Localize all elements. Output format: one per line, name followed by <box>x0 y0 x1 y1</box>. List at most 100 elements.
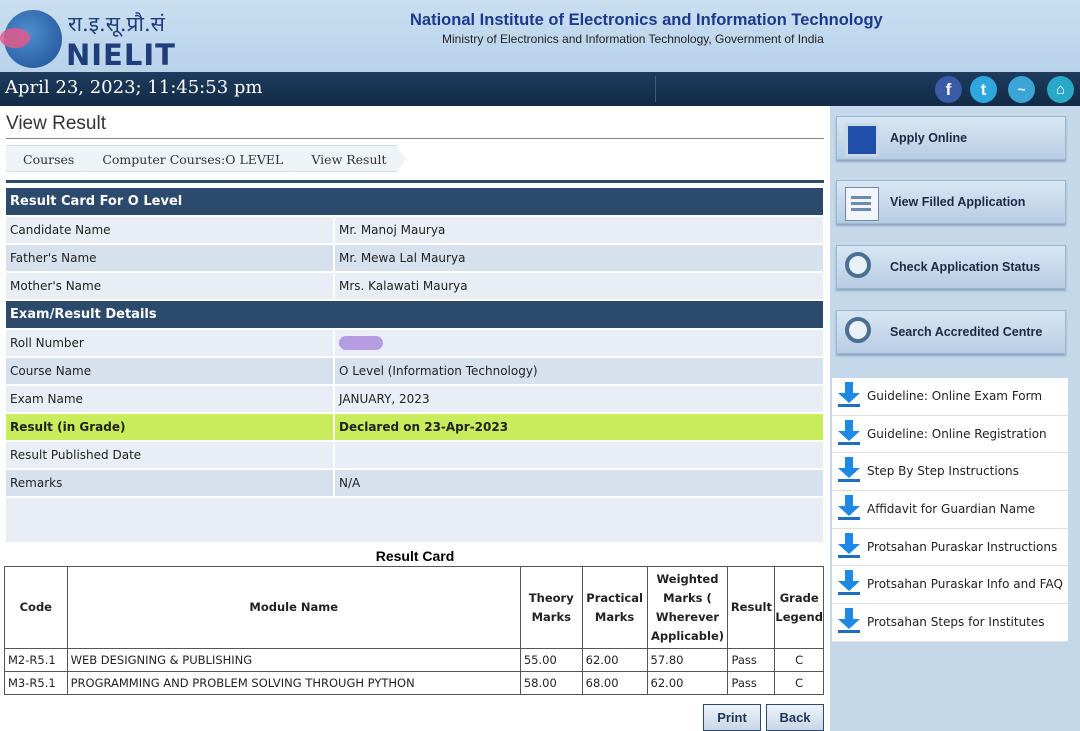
field-value: Declared on 23-Apr-2023 <box>333 414 823 440</box>
table-row: Father's Name Mr. Mewa Lal Maurya <box>6 245 823 271</box>
link-step-by-step-instructions[interactable]: Step By Step Instructions <box>832 453 1068 492</box>
check-application-status-button[interactable]: Check Application Status <box>836 245 1066 289</box>
search-accredited-centre-button[interactable]: Search Accredited Centre <box>836 310 1066 354</box>
section-header: Result Card For O Level <box>6 188 823 215</box>
column-header: Grade Legend <box>774 566 824 649</box>
roll-number-value <box>333 330 823 356</box>
table-cell: PROGRAMMING AND PROBLEM SOLVING THROUGH … <box>66 671 521 695</box>
guideline-links: Guideline: Online Exam Form Guideline: O… <box>832 378 1068 642</box>
field-label: Remarks <box>6 470 333 496</box>
field-value <box>333 442 823 468</box>
twitter-icon[interactable]: t <box>970 76 997 103</box>
logo-hindi-text: रा.इ.सू.प्रौ.सं <box>68 12 165 36</box>
field-label: Exam Name <box>6 386 333 412</box>
sidebar-button-label: View Filled Application <box>890 195 1026 209</box>
breadcrumb-courses[interactable]: Courses <box>6 145 94 172</box>
result-card-table: Code Module Name Theory Marks Practical … <box>4 566 824 695</box>
main-content: View Result Courses Computer Courses:O L… <box>0 106 830 731</box>
download-icon <box>838 570 860 596</box>
field-value: Mr. Mewa Lal Maurya <box>333 245 823 271</box>
column-header: Theory Marks <box>519 566 583 649</box>
table-cell: M2-R5.1 <box>4 648 68 672</box>
field-label: Result (in Grade) <box>6 414 333 440</box>
table-cell: 55.00 <box>519 648 583 672</box>
link-label: Affidavit for Guardian Name <box>867 502 1036 517</box>
nielit-logo[interactable]: रा.इ.सू.प्रौ.सं NIELIT <box>0 4 178 72</box>
table-row: Remarks N/A <box>6 470 823 496</box>
column-header: Result <box>727 566 776 649</box>
result-card-title: Result Card <box>375 548 455 564</box>
page-title: View Result <box>6 113 106 134</box>
current-datetime: April 23, 2023; 11:45:53 pm <box>5 77 263 98</box>
table-cell: WEB DESIGNING & PUBLISHING <box>66 648 521 672</box>
link-label: Step By Step Instructions <box>867 464 1019 479</box>
document-icon <box>845 187 879 221</box>
table-cell: 62.00 <box>646 671 729 695</box>
table-row: Mother's Name Mrs. Kalawati Maurya <box>6 273 823 299</box>
table-cell: M3-R5.1 <box>4 671 68 695</box>
table-row: M3-R5.1 PROGRAMMING AND PROBLEM SOLVING … <box>4 671 824 695</box>
table-row: Candidate Name Mr. Manoj Maurya <box>6 217 823 243</box>
download-icon <box>838 382 860 408</box>
print-button[interactable]: Print <box>703 704 761 731</box>
result-card-header: Result Card For O Level <box>6 188 823 215</box>
table-cell: 58.00 <box>519 671 583 695</box>
field-value: Mrs. Kalawati Maurya <box>333 273 823 299</box>
table-row-highlight: Result (in Grade) Declared on 23-Apr-2023 <box>6 414 823 440</box>
link-label: Protsahan Steps for Institutes <box>867 615 1045 630</box>
datebar-divider <box>655 76 656 102</box>
link-protsahan-instructions[interactable]: Protsahan Puraskar Instructions <box>832 529 1068 567</box>
date-bar: April 23, 2023; 11:45:53 pm f t ~ ⌂ <box>0 72 1080 106</box>
back-button[interactable]: Back <box>766 704 824 731</box>
table-row: M2-R5.1 WEB DESIGNING & PUBLISHING 55.00… <box>4 648 824 672</box>
breadcrumb-o-level[interactable]: Computer Courses:O LEVEL <box>84 145 303 172</box>
home-icon[interactable]: ⌂ <box>1047 76 1074 103</box>
field-label: Father's Name <box>6 245 333 271</box>
link-protsahan-info-faq[interactable]: Protsahan Puraskar Info and FAQ <box>832 566 1068 605</box>
sidebar-button-label: Search Accredited Centre <box>890 325 1043 339</box>
exam-details-header: Exam/Result Details <box>6 301 823 328</box>
link-label: Guideline: Online Exam Form <box>867 389 1043 403</box>
table-cell: C <box>774 671 824 695</box>
globe-icon <box>0 10 62 68</box>
sidebar-button-label: Apply Online <box>890 131 968 145</box>
table-row-blank <box>6 498 823 542</box>
blank-cell <box>6 498 823 542</box>
link-label: Protsahan Puraskar Info and FAQ <box>867 577 1063 592</box>
stats-icon[interactable]: ~ <box>1008 76 1035 103</box>
table-cell: 57.80 <box>646 648 729 672</box>
link-label: Guideline: Online Registration <box>867 426 1047 441</box>
view-filled-application-button[interactable]: View Filled Application <box>836 180 1066 224</box>
column-header: Module Name <box>66 566 521 649</box>
column-header: Practical Marks <box>581 566 648 649</box>
field-value: N/A <box>333 470 823 496</box>
breadcrumb-view-result[interactable]: View Result <box>293 145 406 172</box>
table-cell: Pass <box>727 671 776 695</box>
facebook-icon[interactable]: f <box>935 76 962 103</box>
result-info-table: Result Card For O Level Candidate Name Mr… <box>6 186 823 544</box>
link-guideline-online-exam-form[interactable]: Guideline: Online Exam Form <box>832 378 1068 416</box>
table-cell: C <box>774 648 824 672</box>
link-protsahan-steps-institutes[interactable]: Protsahan Steps for Institutes <box>832 604 1068 642</box>
logo-name-text: NIELIT <box>66 38 176 72</box>
field-value: O Level (Information Technology) <box>333 358 823 384</box>
link-affidavit-guardian-name[interactable]: Affidavit for Guardian Name <box>832 491 1068 529</box>
apply-online-button[interactable]: Apply Online <box>836 116 1066 160</box>
section-header: Exam/Result Details <box>6 301 823 328</box>
link-label: Protsahan Puraskar Instructions <box>867 539 1058 554</box>
section-divider <box>6 180 824 183</box>
download-icon <box>838 419 860 446</box>
institute-title: National Institute of Electronics and In… <box>410 11 883 29</box>
field-label: Mother's Name <box>6 273 333 299</box>
link-guideline-online-registration[interactable]: Guideline: Online Registration <box>832 416 1068 454</box>
download-icon <box>838 608 860 634</box>
field-label: Result Published Date <box>6 442 333 468</box>
table-cell: 68.00 <box>581 671 648 695</box>
field-value: Mr. Manoj Maurya <box>333 217 823 243</box>
institute-subtitle: Ministry of Electronics and Information … <box>442 32 824 46</box>
column-header: Code <box>4 566 68 649</box>
table-row: Exam Name JANUARY, 2023 <box>6 386 823 412</box>
table-header-row: Code Module Name Theory Marks Practical … <box>4 566 824 649</box>
table-row: Roll Number <box>6 330 823 356</box>
column-header: Weighted Marks ( Wherever Applicable) <box>646 566 729 649</box>
